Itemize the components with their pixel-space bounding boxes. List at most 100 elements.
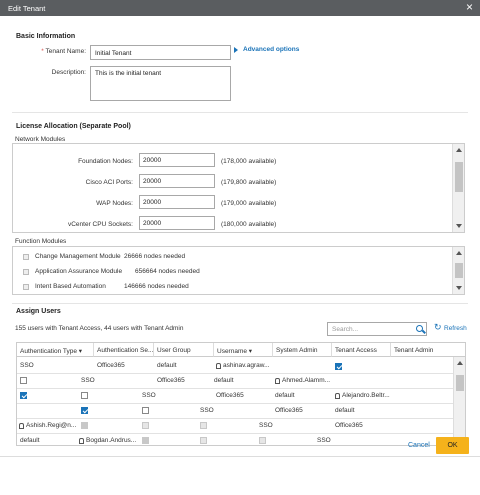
user-icon — [275, 378, 280, 384]
cell-auth-type: SSO — [20, 362, 34, 369]
row-divider — [17, 373, 455, 374]
network-module-input[interactable]: 20000 — [139, 174, 215, 188]
assign-users-summary: 155 users with Tenant Access, 44 users w… — [15, 325, 184, 332]
network-module-label: WAP Nodes: — [96, 200, 133, 207]
column-header-system-admin[interactable]: System Admin — [273, 343, 332, 357]
scroll-up-icon[interactable] — [456, 251, 462, 255]
row-checkbox[interactable] — [81, 392, 88, 399]
scroll-thumb[interactable] — [456, 375, 464, 391]
function-modules-panel: Change Management Module 26666 nodes nee… — [12, 246, 465, 295]
basic-info-heading: Basic Information — [16, 33, 76, 40]
row-divider — [17, 403, 455, 404]
function-module-checkbox[interactable] — [23, 254, 29, 260]
row-divider — [17, 433, 455, 434]
column-header-username[interactable]: Username ▾ — [214, 343, 273, 357]
function-module-name: Change Management Module — [35, 253, 121, 260]
user-icon — [19, 423, 24, 429]
tenant-access-checkbox[interactable] — [335, 363, 342, 370]
assign-users-heading: Assign Users — [16, 308, 61, 315]
expand-caret-icon[interactable] — [234, 47, 238, 53]
sort-icon: ▾ — [78, 348, 83, 355]
function-module-checkbox[interactable] — [23, 269, 29, 275]
search-placeholder: Search... — [332, 326, 359, 333]
cell-user-group: default — [214, 377, 234, 384]
ok-button[interactable]: OK — [436, 437, 469, 454]
cell-user-group: default — [335, 407, 355, 414]
cell-auth-server: Office365 — [216, 392, 244, 399]
cell-auth-type: SSO — [142, 392, 156, 399]
row-checkbox — [200, 437, 207, 444]
cell-username: Bogdan.Andrus... — [86, 437, 137, 444]
cell-user-group: default — [275, 392, 295, 399]
row-checkbox — [142, 422, 149, 429]
row-checkbox[interactable] — [142, 407, 149, 414]
dialog-footer — [0, 456, 480, 495]
users-table-scrollbar[interactable] — [453, 357, 465, 445]
cell-username: Ahmed.Alamm... — [282, 377, 331, 384]
network-module-available: (179,800 available) — [221, 179, 277, 186]
function-module-name: Intent Based Automation — [35, 283, 106, 290]
scroll-thumb[interactable] — [455, 162, 463, 192]
function-module-needed: 146666 nodes needed — [124, 283, 189, 290]
network-module-available: (178,000 available) — [221, 158, 277, 165]
column-header-user-group[interactable]: User Group — [154, 343, 214, 357]
close-icon[interactable]: × — [466, 1, 473, 13]
advanced-options-link[interactable]: Advanced options — [243, 46, 299, 53]
cell-username: ashinav.agraw... — [223, 362, 270, 369]
cell-auth-server: Office365 — [97, 362, 125, 369]
network-module-label: vCenter CPU Sockets: — [67, 221, 133, 228]
row-divider — [17, 418, 455, 419]
network-modules-scrollbar[interactable] — [452, 144, 464, 232]
cell-username: Ashish.Regi@n... — [26, 422, 77, 429]
refresh-icon[interactable]: ↻ — [434, 322, 442, 333]
scroll-up-icon[interactable] — [457, 361, 463, 365]
cell-user-group: default — [20, 437, 40, 444]
network-module-input[interactable]: 20000 — [139, 216, 215, 230]
network-module-available: (179,000 available) — [221, 200, 277, 207]
row-checkbox — [81, 422, 88, 429]
dialog-titlebar: Edit Tenant × — [0, 0, 480, 16]
function-modules-label: Function Modules — [15, 238, 67, 245]
search-input[interactable]: Search... — [327, 322, 427, 336]
cell-username: Alejandro.Beltr... — [342, 392, 390, 399]
scroll-up-icon[interactable] — [456, 148, 462, 152]
scroll-down-icon[interactable] — [456, 224, 462, 228]
column-header-auth-type[interactable]: Authentication Type ▾ — [17, 343, 94, 357]
search-icon[interactable] — [416, 325, 423, 332]
row-divider — [17, 388, 455, 389]
function-module-name: Application Assurance Module — [35, 268, 123, 275]
row-checkbox — [259, 437, 266, 444]
network-module-available: (180,000 available) — [221, 221, 277, 228]
sort-icon: ▾ — [248, 348, 253, 355]
function-modules-scrollbar[interactable] — [452, 247, 464, 294]
description-label: Description: — [51, 69, 86, 76]
scroll-down-icon[interactable] — [456, 286, 462, 290]
function-module-needed: 656664 nodes needed — [135, 268, 200, 275]
cell-auth-type: SSO — [317, 437, 331, 444]
section-divider — [12, 112, 468, 113]
column-header-tenant-access[interactable]: Tenant Access — [332, 343, 391, 357]
function-module-checkbox[interactable] — [23, 284, 29, 290]
cell-auth-server: Office365 — [275, 407, 303, 414]
refresh-button[interactable]: Refresh — [444, 325, 467, 332]
user-icon — [216, 363, 221, 369]
license-heading: License Allocation (Separate Pool) — [16, 123, 131, 130]
scroll-thumb[interactable] — [455, 263, 463, 278]
cancel-button[interactable]: Cancel — [408, 442, 430, 449]
description-textarea[interactable]: This is the initial tenant — [90, 66, 231, 101]
row-checkbox[interactable] — [20, 392, 27, 399]
row-checkbox[interactable] — [20, 377, 27, 384]
cell-auth-server: Office365 — [335, 422, 363, 429]
tenant-name-label: * Tenant Name: — [41, 48, 86, 55]
tenant-name-input[interactable]: Initial Tenant — [90, 45, 231, 60]
cell-auth-type: SSO — [200, 407, 214, 414]
cell-auth-server: Office365 — [157, 377, 185, 384]
network-module-input[interactable]: 20000 — [139, 153, 215, 167]
cell-user-group: default — [157, 362, 177, 369]
column-header-auth-server[interactable]: Authentication Se... — [94, 343, 154, 357]
network-module-input[interactable]: 20000 — [139, 195, 215, 209]
network-module-label: Foundation Nodes: — [78, 158, 133, 165]
column-header-tenant-admin[interactable]: Tenant Admin — [391, 343, 465, 357]
row-checkbox[interactable] — [81, 407, 88, 414]
network-modules-label: Network Modules — [15, 136, 66, 143]
